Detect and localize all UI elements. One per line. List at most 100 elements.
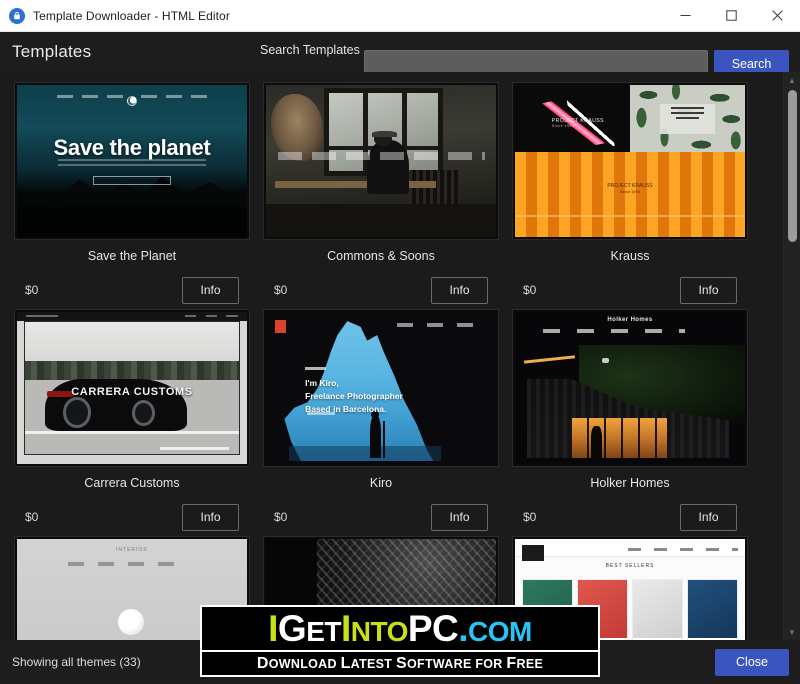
watermark-tagline: DOWNLOAD LATEST SOFTWARE FOR FREE [256,654,544,672]
silhouette-figure [369,415,381,458]
roof-light-strip [524,354,575,364]
shop-logo-icon [521,545,544,562]
carrera-customs-thumbnail: CARRERA CUSTOMS [17,312,247,464]
application-window: Template Downloader - HTML Editor Templa… [0,0,800,684]
template-thumbnail-frame[interactable]: Holker Homes [512,309,748,467]
seated-person [367,139,409,195]
info-button[interactable]: Info [182,276,239,304]
scroll-down-arrow-icon[interactable]: ▼ [784,624,800,640]
template-price: $0 [25,283,39,297]
window-title: Template Downloader - HTML Editor [33,8,230,23]
browser-chrome-bar [17,312,247,322]
template-thumbnail-frame[interactable]: Save the planet [14,82,250,240]
template-card-footer: $0 Info [257,490,505,536]
info-button[interactable]: Info [431,503,488,531]
watermark-overlay: IGETINTOPC.COM DOWNLOAD LATEST SOFTWARE … [200,605,600,677]
template-name: Save the Planet [87,249,177,263]
template-price: $0 [274,283,288,297]
template-card-footer: $0 Info [257,263,505,309]
template-grid: Save the planet Save the Planet $0 Info [0,82,783,640]
template-card[interactable]: Commons & Soons $0 Info [257,82,505,309]
minimize-button[interactable] [662,0,708,32]
scrollbar-track[interactable] [784,88,800,624]
commons-and-soons-thumbnail [266,85,496,237]
moon-icon [127,95,137,106]
viewport-frame [23,321,241,455]
site-logo-icon [275,319,287,333]
template-name: Carrera Customs [84,476,180,490]
thumb-body-lines [58,159,206,169]
template-thumbnail-frame[interactable]: CARRERA CUSTOMS [14,309,250,467]
shop-section-title: BEST SELLERS [605,563,655,570]
template-price: $0 [523,510,537,524]
save-the-planet-thumbnail: Save the planet [17,85,247,237]
template-name: Krauss [610,249,650,263]
product-card [631,578,684,640]
template-card-footer: $0 Info [8,263,256,309]
info-button[interactable]: Info [182,503,239,531]
thumb-eyebrow [305,366,326,370]
template-thumbnail-frame[interactable]: I'm Kiro, Freelance Photographer Based in … [263,309,499,467]
foreground-band [17,206,247,237]
close-button[interactable]: Close [715,648,789,676]
template-price: $0 [25,510,39,524]
scroll-up-arrow-icon[interactable]: ▲ [784,72,800,88]
status-text: Showing all themes (33) [12,655,141,669]
scrollbar-thumb[interactable] [787,90,797,242]
thumb-headline: PROJECT KRAUSS Since 1994 [607,183,653,195]
thumb-brand: INTERIOR [116,546,148,553]
content-area: Save the planet Save the Planet $0 Info [0,72,800,640]
vertical-scrollbar[interactable]: ▲ ▼ [783,72,800,640]
thumb-nav-bar [627,548,739,552]
maximize-button[interactable] [708,0,754,32]
product-image [632,579,683,638]
floor-area [266,203,496,237]
leaf-card [659,103,716,134]
thumb-more-link [307,412,335,416]
template-card-footer: $0 Info [506,490,754,536]
thumb-cta-button [92,176,172,186]
title-bar: Template Downloader - HTML Editor [0,0,800,32]
template-card-footer: $0 Info [506,263,754,309]
leaf-pattern-panel [630,85,745,157]
search-label: Search Templates [260,43,360,57]
template-card[interactable]: I'm Kiro, Freelance Photographer Based in … [257,309,505,536]
template-name: Holker Homes [590,476,670,490]
info-button[interactable]: Info [680,276,737,304]
product-image [688,579,738,638]
thumb-nav-bar [542,328,686,333]
horizon-line [515,215,745,218]
template-card[interactable]: Holker Homes Holker Homes $0 Info [506,309,754,536]
template-thumbnail-frame[interactable] [263,82,499,240]
exterior-lamp [602,357,610,363]
krauss-thumbnail: PROJECT KRAUSS Since 1994 PROJECT KRAUSS S… [515,85,745,237]
watermark-title: IGETINTOPC.COM [268,607,532,649]
header-bar: Templates Search Templates Search [0,32,800,77]
template-thumbnail-frame[interactable]: PROJECT KRAUSS Since 1994 PROJECT KRAUSS S… [512,82,748,240]
sea-band [289,445,441,461]
template-price: $0 [523,283,537,297]
template-card[interactable]: CARRERA CUSTOMS Carrera Customs $0 Info [8,309,256,536]
person-silhouette [590,426,603,458]
product-card [687,578,739,640]
info-button[interactable]: Info [431,276,488,304]
window-mullions [570,418,667,458]
app-logo-icon [9,7,25,24]
template-card[interactable]: PROJECT KRAUSS Since 1994 PROJECT KRAUSS S… [506,82,754,309]
template-price: $0 [274,510,288,524]
template-name: Kiro [369,476,393,490]
template-card[interactable]: Save the planet Save the Planet $0 Info [8,82,256,309]
template-name: Commons & Soons [327,249,435,263]
holker-homes-thumbnail: Holker Homes [515,312,745,464]
thumb-nav-bar [397,322,485,327]
thumb-headline: I'm Kiro, Freelance Photographer Based in … [305,378,403,414]
desk-top [275,180,437,189]
info-button[interactable]: Info [680,503,737,531]
close-window-button[interactable] [754,0,800,32]
pendant-lamp [118,608,145,635]
panel-caption: PROJECT KRAUSS Since 1994 [551,118,604,129]
thumb-nav-text [277,151,485,160]
thumb-nav-bar [67,561,188,566]
template-card-footer: $0 Info [8,490,256,536]
thumb-brand: Holker Homes [607,316,653,323]
